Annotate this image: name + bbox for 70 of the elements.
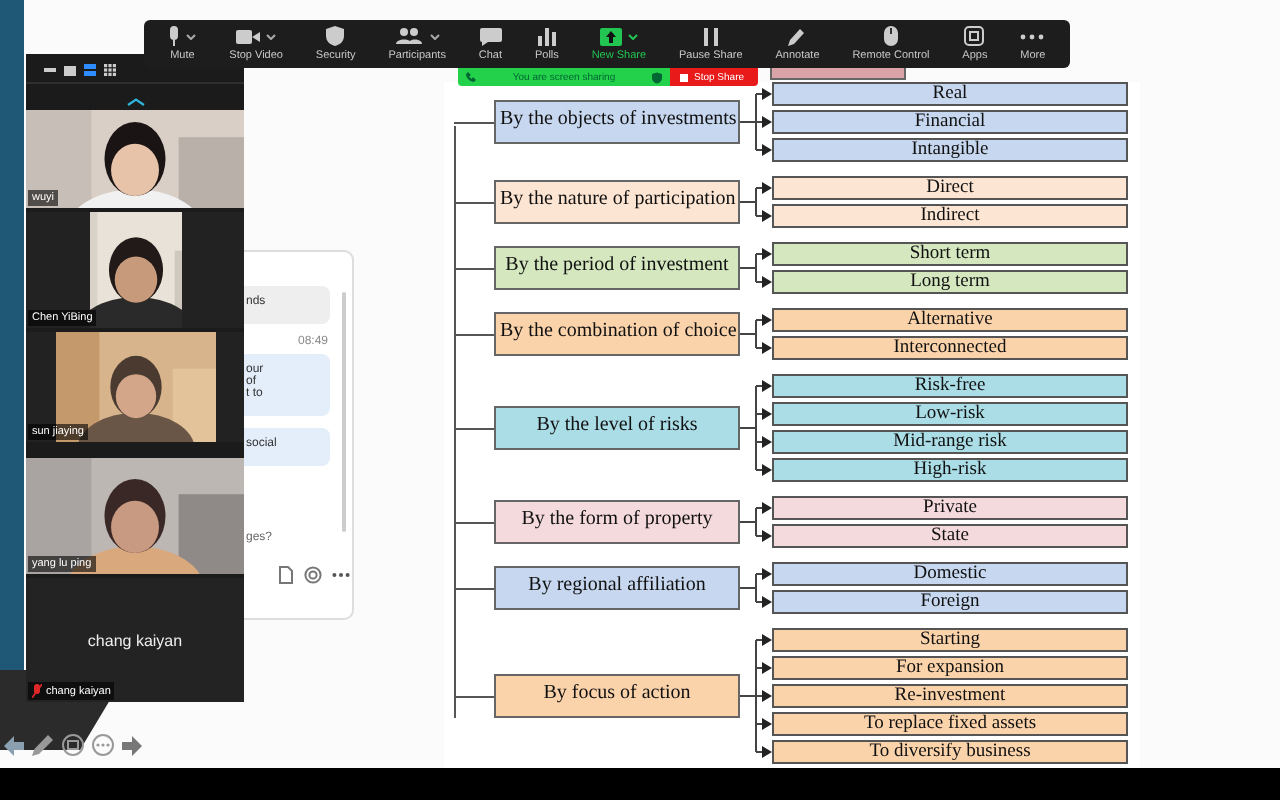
apps-icon bbox=[964, 26, 985, 46]
branch-connector bbox=[740, 628, 772, 764]
caret-icon[interactable] bbox=[266, 33, 277, 39]
caret-icon[interactable] bbox=[186, 33, 197, 39]
subcategory-box: Domestic bbox=[772, 562, 1128, 586]
category-box: By the combination of choice bbox=[494, 312, 740, 356]
subcategory-box: Alternative bbox=[772, 308, 1128, 332]
shield-icon bbox=[326, 26, 345, 46]
subcategory-box: Financial bbox=[772, 110, 1128, 134]
category-box: By the level of risks bbox=[494, 406, 740, 450]
bar-chart-icon bbox=[537, 27, 556, 45]
file-icon[interactable] bbox=[278, 566, 294, 584]
subcategory-box: Re-investment bbox=[772, 684, 1128, 708]
emoji-icon[interactable] bbox=[304, 566, 322, 584]
chat-icon bbox=[479, 27, 502, 45]
whiteboard-icon[interactable] bbox=[62, 734, 84, 756]
subcategory-box: Short term bbox=[772, 242, 1128, 266]
subcategory-box: Intangible bbox=[772, 138, 1128, 162]
more-icon[interactable] bbox=[332, 572, 350, 578]
share-screen-icon bbox=[599, 27, 622, 45]
subcategory-box: Direct bbox=[772, 176, 1128, 200]
microphone-icon bbox=[168, 26, 181, 46]
mouse-icon bbox=[883, 26, 898, 46]
pencil-icon bbox=[788, 27, 807, 45]
caret-icon[interactable] bbox=[429, 33, 440, 39]
camera-icon bbox=[236, 29, 261, 43]
pause-icon bbox=[703, 27, 718, 45]
category-box: By the period of investment bbox=[494, 246, 740, 290]
branch-connector bbox=[740, 496, 772, 548]
speaker-view-icon[interactable] bbox=[64, 65, 76, 75]
subcategory-box: Mid-range risk bbox=[772, 430, 1128, 454]
pencil-icon[interactable] bbox=[32, 734, 54, 756]
category-box: By the objects of investments bbox=[494, 100, 740, 144]
subcategory-box: Starting bbox=[772, 628, 1128, 652]
category-box: By the nature of participation bbox=[494, 180, 740, 224]
branch-connector bbox=[740, 308, 772, 360]
subcategory-box: Indirect bbox=[772, 204, 1128, 228]
more-icon bbox=[1020, 33, 1045, 39]
stop-icon bbox=[680, 73, 688, 81]
forward-arrow-icon[interactable] bbox=[122, 735, 142, 755]
phone-icon bbox=[466, 72, 476, 82]
branch-connector bbox=[740, 176, 772, 228]
grid-view-icon[interactable] bbox=[104, 64, 116, 76]
category-box: By regional affiliation bbox=[494, 566, 740, 610]
list-view-icon[interactable] bbox=[84, 64, 96, 76]
subcategory-box: To diversify business bbox=[772, 740, 1128, 764]
branch-connector bbox=[740, 562, 772, 614]
branch-connector bbox=[740, 242, 772, 294]
back-arrow-icon[interactable] bbox=[4, 735, 24, 755]
subcategory-box: For expansion bbox=[772, 656, 1128, 680]
scrollbar[interactable] bbox=[342, 292, 346, 532]
subcategory-box: State bbox=[772, 524, 1128, 548]
subcategory-box: Low-risk bbox=[772, 402, 1128, 426]
shield-icon bbox=[652, 71, 662, 83]
subcategory-box: To replace fixed assets bbox=[772, 712, 1128, 736]
branch-connector bbox=[740, 374, 772, 482]
participant-name: chang kaiyan bbox=[87, 631, 183, 649]
subcategory-box: Interconnected bbox=[772, 336, 1128, 360]
caret-icon[interactable] bbox=[627, 33, 638, 39]
subcategory-box: Foreign bbox=[772, 590, 1128, 614]
subcategory-box: Long term bbox=[772, 270, 1128, 294]
subcategory-box: Private bbox=[772, 496, 1128, 520]
subcategory-box: Real bbox=[772, 82, 1128, 106]
subcategory-box: High-risk bbox=[772, 458, 1128, 482]
chevron-up-icon[interactable] bbox=[125, 98, 145, 106]
people-icon bbox=[395, 28, 424, 44]
subcategory-box: Risk-free bbox=[772, 374, 1128, 398]
branch-connector bbox=[740, 82, 772, 162]
category-box: By the form of property bbox=[494, 500, 740, 544]
category-box: By focus of action bbox=[494, 674, 740, 718]
